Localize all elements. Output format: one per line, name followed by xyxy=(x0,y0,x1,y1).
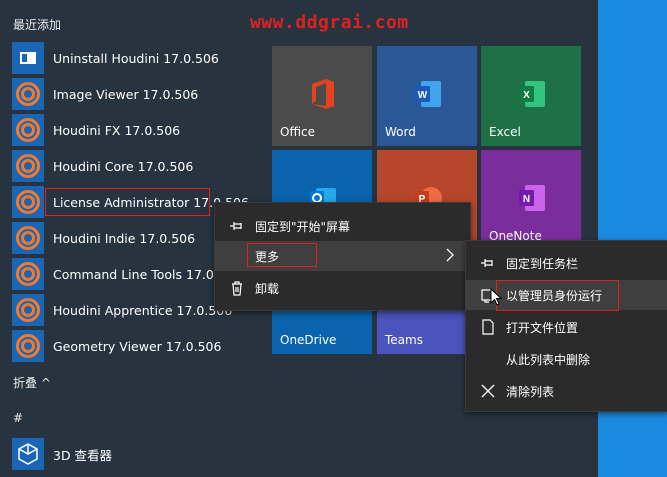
app-item-geometry-viewer[interactable]: Geometry Viewer 17.0.506 xyxy=(0,328,240,364)
pin-icon xyxy=(229,218,245,234)
tile-label: Office xyxy=(280,125,316,139)
submenu: 固定到任务栏 以管理员身份运行 打开文件位置 从此列表中删除 清除列表 xyxy=(465,240,667,412)
svg-text:W: W xyxy=(418,90,428,101)
recently-added-header: 最近添加 xyxy=(13,18,62,32)
menu-item-remove-from-list[interactable]: 从此列表中删除 xyxy=(466,344,667,374)
houdini-icon xyxy=(12,186,44,218)
houdini-icon xyxy=(12,222,44,254)
menu-item-clear-list[interactable]: 清除列表 xyxy=(466,376,667,406)
app-label: Houdini Indie 17.0.506 xyxy=(53,230,196,246)
chevron-right-icon xyxy=(446,248,454,265)
houdini-icon xyxy=(12,330,44,362)
tile-word[interactable]: W Word xyxy=(377,46,477,146)
app-item-houdini-fx[interactable]: Houdini FX 17.0.506 xyxy=(0,112,240,148)
houdini-icon xyxy=(12,150,44,182)
houdini-icon xyxy=(12,114,44,146)
menu-item-label: 打开文件位置 xyxy=(506,320,579,335)
menu-item-label: 从此列表中删除 xyxy=(506,352,591,367)
highlight-box-more xyxy=(247,243,317,267)
highlight-box-license-admin xyxy=(45,188,210,216)
menu-spacer xyxy=(229,248,245,264)
app-item-houdini-core[interactable]: Houdini Core 17.0.506 xyxy=(0,148,240,184)
app-item-uninstall-houdini[interactable]: Uninstall Houdini 17.0.506 xyxy=(0,40,240,76)
svg-text:X: X xyxy=(523,90,530,101)
document-icon xyxy=(480,319,496,335)
app-label: Image Viewer 17.0.506 xyxy=(53,86,199,102)
app-item-3d-viewer[interactable]: 3D 查看器 xyxy=(0,436,240,472)
app-label: 3D 查看器 xyxy=(53,447,113,463)
houdini-icon xyxy=(12,78,44,110)
app-label: Geometry Viewer 17.0.506 xyxy=(53,338,222,354)
tile-onenote[interactable]: N OneNote xyxy=(481,150,581,250)
menu-item-label: 卸载 xyxy=(255,281,280,296)
app-label: Houdini FX 17.0.506 xyxy=(53,122,181,138)
houdini-icon xyxy=(12,294,44,326)
tile-label: Excel xyxy=(489,125,521,139)
menu-item-uninstall[interactable]: 卸载 xyxy=(215,273,470,303)
menu-item-open-file-location[interactable]: 打开文件位置 xyxy=(466,312,667,342)
houdini-icon xyxy=(12,258,44,290)
menu-item-label: 清除列表 xyxy=(506,384,555,399)
app-item-houdini-apprentice[interactable]: Houdini Apprentice 17.0.506 xyxy=(0,292,240,328)
menu-spacer xyxy=(480,351,496,367)
tile-label: Word xyxy=(385,125,416,139)
tile-label: OneDrive xyxy=(280,333,337,347)
mouse-cursor-icon xyxy=(490,287,503,310)
app-item-image-viewer[interactable]: Image Viewer 17.0.506 xyxy=(0,76,240,112)
watermark-text: www.ddgrai.com xyxy=(250,12,409,33)
app-item-command-line-tools[interactable]: Command Line Tools 17.0.506 xyxy=(0,256,242,292)
app-label: Houdini Core 17.0.506 xyxy=(53,158,194,174)
app-label: Houdini Apprentice 17.0.506 xyxy=(53,302,233,318)
tile-office[interactable]: Office xyxy=(272,46,372,146)
cube-icon xyxy=(12,438,44,470)
close-icon xyxy=(480,383,496,399)
alphabet-header[interactable]: # xyxy=(13,411,23,425)
menu-item-label: 固定到"开始"屏幕 xyxy=(255,219,351,234)
uninstall-icon xyxy=(12,42,44,74)
app-item-houdini-indie[interactable]: Houdini Indie 17.0.506 xyxy=(0,220,240,256)
onenote-icon: N xyxy=(517,182,547,214)
word-icon: W xyxy=(413,78,443,110)
svg-text:N: N xyxy=(523,194,530,205)
highlight-box-run-as-admin xyxy=(496,280,619,311)
collapse-button[interactable]: 折叠 ^ xyxy=(13,374,51,391)
excel-icon: X xyxy=(517,78,547,110)
trash-icon xyxy=(229,280,245,296)
menu-item-pin-to-start[interactable]: 固定到"开始"屏幕 xyxy=(215,211,470,241)
office-icon xyxy=(308,78,338,110)
menu-item-label: 固定到任务栏 xyxy=(506,256,579,271)
tile-excel[interactable]: X Excel xyxy=(481,46,581,146)
menu-item-pin-to-taskbar[interactable]: 固定到任务栏 xyxy=(466,248,667,278)
tile-label: Teams xyxy=(385,333,423,347)
app-label: Uninstall Houdini 17.0.506 xyxy=(53,50,219,66)
pin-icon xyxy=(480,255,496,271)
